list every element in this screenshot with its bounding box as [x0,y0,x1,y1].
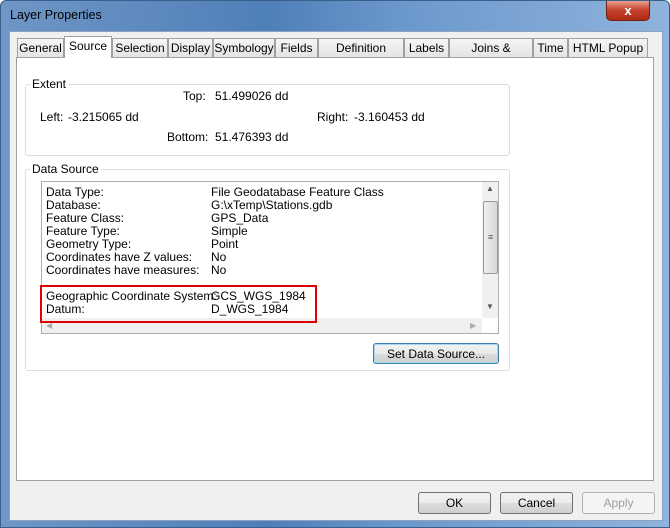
tab-html-popup[interactable]: HTML Popup [568,38,648,58]
scroll-up-icon[interactable]: ▲ [486,184,494,193]
list-item: Coordinates have measures: No [46,263,227,277]
extent-top-label: Top: [183,89,206,103]
extent-left-label: Left: [40,110,64,124]
window-title: Layer Properties [10,8,102,22]
list-item: Feature Class: GPS_Data [46,211,269,225]
list-item: Geometry Type: Point [46,237,239,251]
extent-bottom-label: Bottom: [167,130,209,144]
list-item: Database: G:\xTemp\Stations.gdb [46,198,333,212]
scroll-right-icon[interactable]: ▶ [470,321,476,330]
data-source-label: Data Source [30,162,101,176]
extent-left-value: -3.215065 dd [68,110,139,124]
list-item: Data Type: File Geodatabase Feature Class [46,185,384,199]
tab-definition-query[interactable]: Definition Query [318,38,404,74]
extent-right-value: -3.160453 dd [354,110,425,124]
list-item: Coordinates have Z values: No [46,250,227,264]
tab-general[interactable]: General [17,38,64,58]
vertical-scrollbar[interactable]: ▲ ≡ ▼ [482,182,498,318]
apply-button[interactable]: Apply [582,492,655,514]
tab-symbology[interactable]: Symbology [213,38,275,58]
cancel-button[interactable]: Cancel [500,492,573,514]
close-button[interactable]: x [606,1,650,21]
tab-source[interactable]: Source [64,36,112,58]
tab-fields[interactable]: Fields [275,38,318,58]
list-item: Feature Type: Simple [46,224,248,238]
scroll-down-icon[interactable]: ▼ [486,302,494,311]
ok-button[interactable]: OK [418,492,491,514]
extent-bottom-value: 51.476393 dd [215,130,289,144]
tab-display[interactable]: Display [168,38,213,58]
tab-joins-relates[interactable]: Joins & Relates [449,38,533,74]
tab-labels[interactable]: Labels [404,38,449,58]
set-data-source-button[interactable]: Set Data Source... [373,343,499,364]
tab-selection[interactable]: Selection [112,38,168,58]
scroll-thumb[interactable]: ≡ [483,201,498,274]
tab-time[interactable]: Time [533,38,568,58]
extent-top-value: 51.499026 dd [215,89,289,103]
extent-right-label: Right: [317,110,349,124]
extent-label: Extent [30,77,69,91]
highlight-box [40,285,317,323]
